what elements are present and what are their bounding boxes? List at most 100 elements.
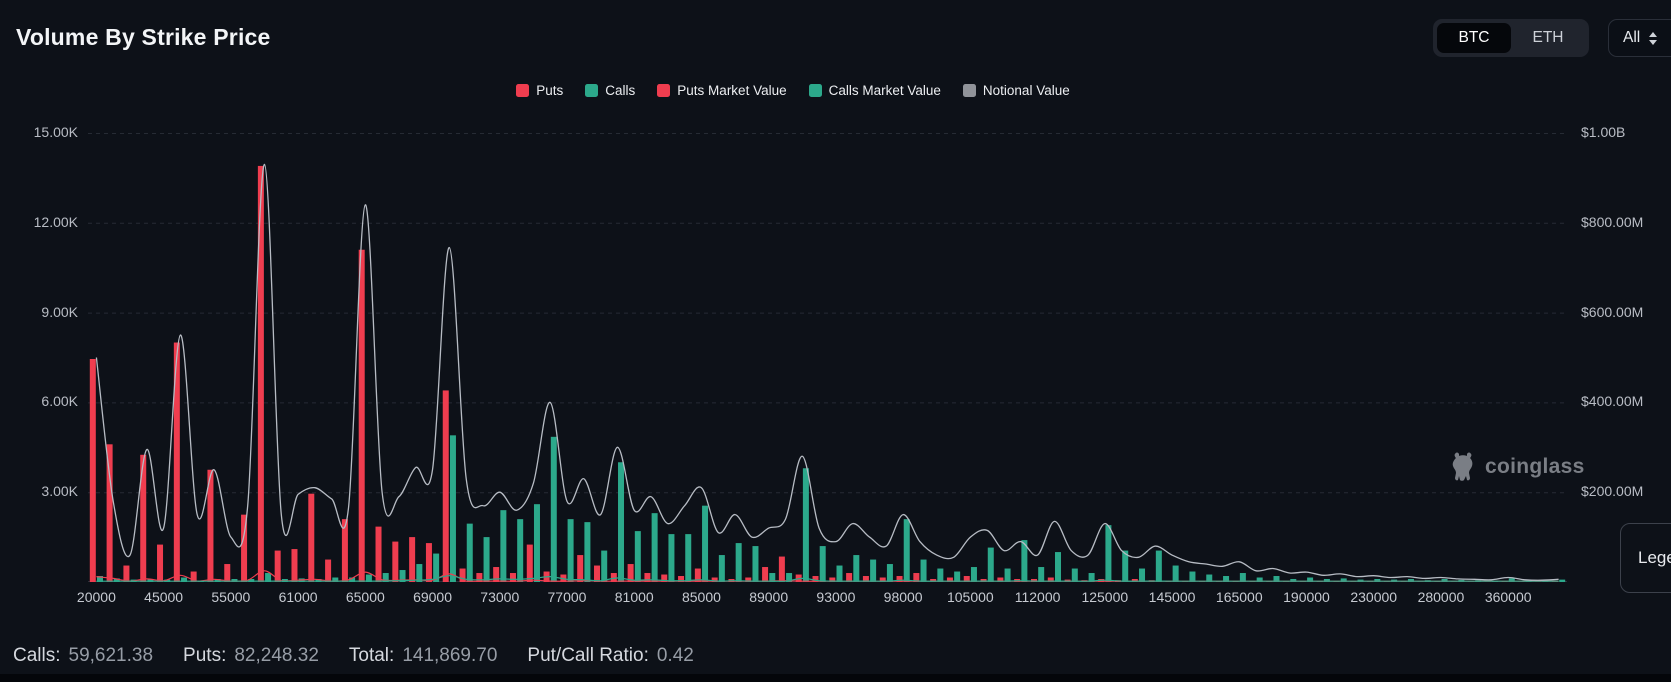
- legend-item-calls[interactable]: Calls: [585, 83, 635, 98]
- legend-item-notional-value[interactable]: Notional Value: [963, 83, 1070, 98]
- expiry-filter-value: All: [1623, 29, 1640, 47]
- put-bar[interactable]: [762, 567, 768, 582]
- x-tick-label: 45000: [144, 589, 183, 605]
- call-bar[interactable]: [450, 435, 456, 582]
- call-bar[interactable]: [534, 504, 540, 582]
- call-bar[interactable]: [1173, 566, 1179, 582]
- line-notional-value: [96, 164, 1558, 580]
- call-bar[interactable]: [870, 560, 876, 582]
- call-bar[interactable]: [904, 519, 910, 582]
- call-bar[interactable]: [1038, 567, 1044, 582]
- call-bar[interactable]: [584, 522, 590, 582]
- put-bar[interactable]: [376, 527, 382, 582]
- expiry-filter-dropdown[interactable]: All: [1608, 19, 1671, 57]
- call-bar[interactable]: [1005, 569, 1011, 582]
- call-bar[interactable]: [1156, 551, 1162, 582]
- x-tick-label: 112000: [1015, 589, 1061, 605]
- call-bar[interactable]: [1139, 569, 1145, 582]
- call-bar[interactable]: [618, 462, 624, 582]
- x-tick-label: 77000: [548, 589, 587, 605]
- y-tick-left: 9.00K: [0, 304, 78, 320]
- call-bar[interactable]: [837, 566, 843, 582]
- legend-panel-button[interactable]: Legend: [1620, 523, 1671, 593]
- volume-by-strike-chart[interactable]: [88, 133, 1567, 582]
- put-bar[interactable]: [107, 444, 113, 582]
- y-tick-right: $400.00M: [1581, 393, 1671, 409]
- put-bar[interactable]: [224, 564, 230, 582]
- call-bar[interactable]: [685, 534, 691, 582]
- call-bar[interactable]: [484, 537, 490, 582]
- call-bar[interactable]: [500, 510, 506, 582]
- call-bar[interactable]: [635, 531, 641, 582]
- call-bar[interactable]: [568, 519, 574, 582]
- put-bar[interactable]: [325, 560, 331, 582]
- put-bar[interactable]: [308, 494, 314, 582]
- call-bar[interactable]: [853, 555, 859, 582]
- call-bar[interactable]: [652, 513, 658, 582]
- call-bar[interactable]: [1189, 572, 1195, 582]
- put-bar[interactable]: [392, 542, 398, 582]
- call-bar[interactable]: [719, 555, 725, 582]
- call-bar[interactable]: [988, 548, 994, 582]
- bottom-strip: [0, 674, 1671, 682]
- call-bar[interactable]: [752, 546, 758, 582]
- legend-swatch: [963, 84, 976, 97]
- asset-toggle[interactable]: BTC ETH: [1433, 19, 1589, 57]
- put-bar[interactable]: [443, 390, 449, 582]
- call-bar[interactable]: [1055, 552, 1061, 582]
- x-tick-label: 105000: [947, 589, 994, 605]
- x-tick-label: 89000: [749, 589, 788, 605]
- x-tick-label: 360000: [1485, 589, 1532, 605]
- put-bar[interactable]: [594, 566, 600, 582]
- btc-toggle-button[interactable]: BTC: [1437, 23, 1511, 53]
- put-bar[interactable]: [90, 359, 96, 582]
- call-bar[interactable]: [668, 534, 674, 582]
- call-bar[interactable]: [1559, 580, 1565, 582]
- legend-swatch: [516, 84, 529, 97]
- stat-label: Puts:: [183, 645, 226, 667]
- put-bar[interactable]: [493, 567, 499, 582]
- legend-item-calls-market-value[interactable]: Calls Market Value: [809, 83, 941, 98]
- put-bar[interactable]: [779, 557, 785, 582]
- legend-label: Puts: [536, 83, 563, 98]
- x-tick-label: 20000: [77, 589, 116, 605]
- put-bar[interactable]: [577, 555, 583, 582]
- coinglass-bull-icon: [1448, 451, 1478, 483]
- call-bar[interactable]: [803, 468, 809, 582]
- stat-value: 0.42: [657, 645, 694, 667]
- call-bar[interactable]: [1072, 569, 1078, 582]
- call-bar[interactable]: [937, 569, 943, 582]
- put-bar[interactable]: [291, 549, 297, 582]
- call-bar[interactable]: [820, 546, 826, 582]
- x-tick-label: 61000: [279, 589, 318, 605]
- legend-panel-label: Legend: [1638, 548, 1671, 568]
- legend-item-puts-market-value[interactable]: Puts Market Value: [657, 83, 786, 98]
- y-tick-left: 6.00K: [0, 393, 78, 409]
- y-tick-right: $800.00M: [1581, 214, 1671, 230]
- put-bar[interactable]: [426, 543, 432, 582]
- put-bar[interactable]: [409, 537, 415, 582]
- stat-put-call-ratio-: Put/Call Ratio:0.42: [527, 645, 693, 667]
- call-bar[interactable]: [921, 560, 927, 582]
- x-tick-label: 69000: [413, 589, 452, 605]
- call-bar[interactable]: [1105, 525, 1111, 582]
- chart-legend: Puts Calls Puts Market Value Calls Market V…: [0, 83, 1586, 98]
- call-bar[interactable]: [887, 564, 893, 582]
- call-bar[interactable]: [551, 437, 557, 582]
- put-bar[interactable]: [527, 545, 533, 582]
- put-bar[interactable]: [157, 545, 163, 582]
- x-tick-label: 73000: [480, 589, 519, 605]
- call-bar[interactable]: [467, 524, 473, 582]
- call-bar[interactable]: [601, 551, 607, 582]
- call-bar[interactable]: [736, 543, 742, 582]
- stat-puts-: Puts:82,248.32: [183, 645, 319, 667]
- call-bar[interactable]: [517, 519, 523, 582]
- x-tick-label: 145000: [1149, 589, 1196, 605]
- legend-item-puts[interactable]: Puts: [516, 83, 563, 98]
- call-bar[interactable]: [971, 567, 977, 582]
- call-bar[interactable]: [702, 506, 708, 582]
- call-bar[interactable]: [954, 572, 960, 582]
- put-bar[interactable]: [123, 566, 129, 582]
- put-bar[interactable]: [359, 250, 365, 582]
- eth-toggle-button[interactable]: ETH: [1511, 23, 1585, 53]
